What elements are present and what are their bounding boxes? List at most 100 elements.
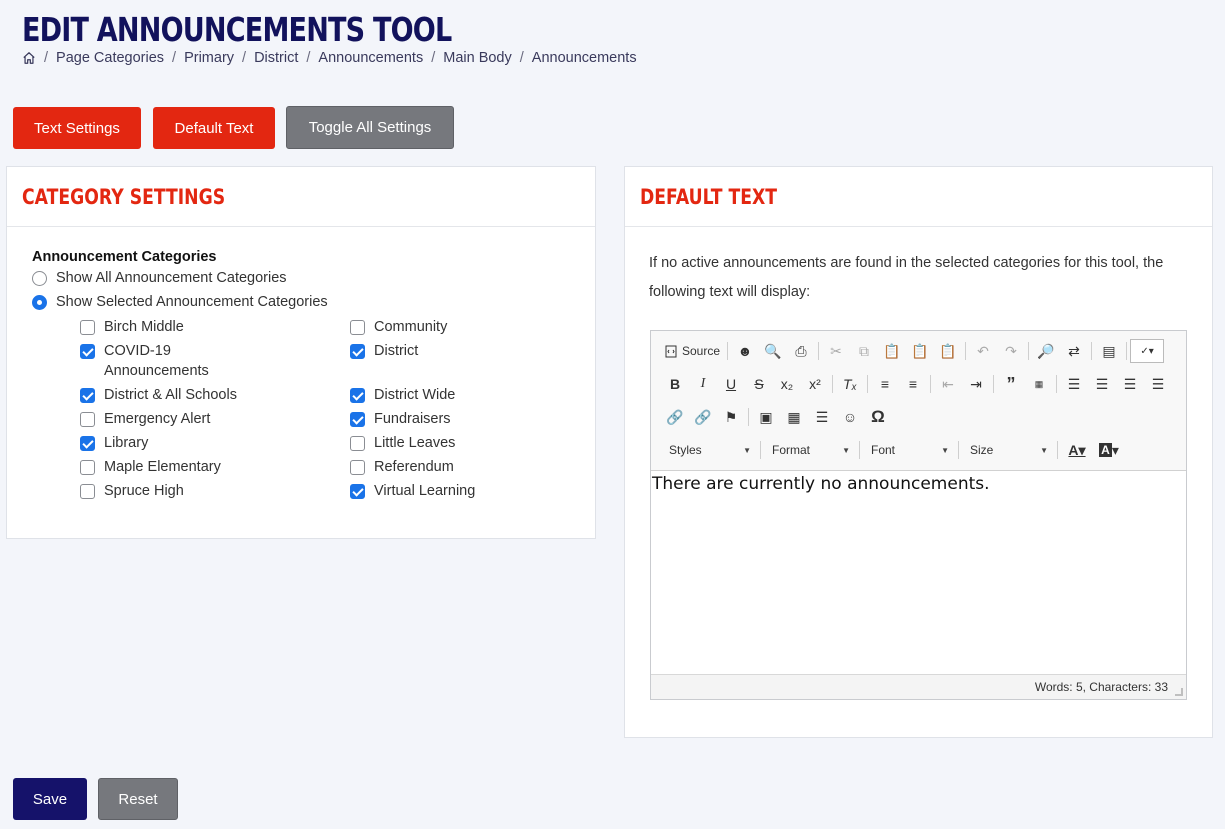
category-checkbox[interactable]	[80, 436, 95, 451]
breadcrumb-item-district[interactable]: District	[254, 50, 298, 66]
reset-button[interactable]: Reset	[98, 778, 178, 820]
align-center-icon[interactable]: ☰	[1088, 372, 1116, 396]
horizontal-line-icon[interactable]: ☰	[808, 405, 836, 429]
announcement-categories-label: Announcement Categories	[32, 249, 217, 265]
breadcrumb-item-page-categories[interactable]: Page Categories	[56, 50, 164, 66]
indent-icon[interactable]: ⇥	[962, 372, 990, 396]
print-icon[interactable]: ⎙	[787, 339, 815, 363]
paste-word-icon[interactable]: 📋	[934, 339, 962, 363]
category-checkbox-item[interactable]: District Wide	[350, 385, 514, 405]
image-icon[interactable]: ▣	[752, 405, 780, 429]
category-checkbox-item[interactable]: Spruce High	[80, 481, 244, 501]
numbered-list-icon[interactable]: ≡	[871, 372, 899, 396]
category-checkbox[interactable]	[80, 344, 95, 359]
background-color-icon[interactable]: A ▾	[1093, 438, 1125, 462]
align-left-icon[interactable]: ☰	[1060, 372, 1088, 396]
align-right-icon[interactable]: ☰	[1116, 372, 1144, 396]
chevron-down-icon: ▼	[743, 445, 751, 455]
text-color-icon[interactable]: A▾	[1061, 438, 1093, 462]
category-checkbox-item[interactable]: Referendum	[350, 457, 514, 477]
category-checkbox-item[interactable]: COVID-19 Announcements	[80, 341, 244, 381]
category-checkbox[interactable]	[350, 460, 365, 475]
undo-icon[interactable]: ↶	[969, 339, 997, 363]
find-icon[interactable]: 🔎	[1032, 339, 1060, 363]
bulleted-list-icon[interactable]: ≡	[899, 372, 927, 396]
category-checkbox-label: Emergency Alert	[104, 411, 211, 427]
paste-icon[interactable]: 📋	[878, 339, 906, 363]
radio-show-selected[interactable]: Show Selected Announcement Categories	[32, 294, 328, 310]
category-checkbox[interactable]	[350, 320, 365, 335]
outdent-icon[interactable]: ⇤	[934, 372, 962, 396]
radio-show-selected-control[interactable]	[32, 294, 47, 310]
category-checkbox-label: COVID-19 Announcements	[104, 343, 209, 379]
italic-icon[interactable]: I	[689, 372, 717, 396]
category-checkbox-item[interactable]: Library	[80, 433, 244, 453]
category-checkbox[interactable]	[80, 320, 95, 335]
category-checkbox-item[interactable]: Community	[350, 317, 514, 337]
font-dropdown[interactable]: Font ▼	[863, 439, 955, 461]
cut-icon[interactable]: ✂	[822, 339, 850, 363]
category-checkbox-item[interactable]: Little Leaves	[350, 433, 514, 453]
anchor-flag-icon[interactable]: ⚑	[717, 405, 745, 429]
smiley-icon[interactable]: ☺	[836, 405, 864, 429]
category-checkbox-item[interactable]: Virtual Learning	[350, 481, 514, 501]
redo-icon[interactable]: ↷	[997, 339, 1025, 363]
breadcrumb-item-announcements[interactable]: Announcements	[318, 50, 423, 66]
category-checkbox[interactable]	[350, 344, 365, 359]
strikethrough-icon[interactable]: S	[745, 372, 773, 396]
toggle-all-settings-button[interactable]: Toggle All Settings	[286, 106, 454, 149]
div-container-icon[interactable]: ▦	[1025, 372, 1053, 396]
link-icon[interactable]: 🔗	[661, 405, 689, 429]
category-checkbox[interactable]	[350, 484, 365, 499]
category-checkbox-item[interactable]: District	[350, 341, 514, 381]
remove-format-icon[interactable]: Tₓ	[836, 372, 864, 396]
copy-icon[interactable]: ⧉	[850, 339, 878, 363]
category-checkbox[interactable]	[350, 388, 365, 403]
breadcrumb-item-main-body[interactable]: Main Body	[443, 50, 512, 66]
size-label: Size	[970, 443, 994, 457]
save-button[interactable]: Save	[13, 778, 87, 820]
radio-show-all-control[interactable]	[32, 270, 47, 286]
underline-icon[interactable]: U	[717, 372, 745, 396]
styles-dropdown[interactable]: Styles ▼	[661, 439, 757, 461]
resize-handle-icon[interactable]	[1175, 688, 1183, 696]
category-checkbox-item[interactable]: Emergency Alert	[80, 409, 244, 429]
default-text-button[interactable]: Default Text	[153, 107, 275, 149]
justify-icon[interactable]: ☰	[1144, 372, 1172, 396]
home-icon[interactable]	[22, 51, 36, 65]
format-dropdown[interactable]: Format ▼	[764, 439, 856, 461]
text-settings-button[interactable]: Text Settings	[13, 107, 141, 149]
spellcheck-icon[interactable]: ✓▾	[1130, 339, 1165, 363]
breadcrumb-item-primary[interactable]: Primary	[184, 50, 234, 66]
accessibility-icon[interactable]: ☻	[731, 339, 759, 363]
chevron-down-icon: ▼	[1040, 445, 1048, 455]
category-checkbox-item[interactable]: Maple Elementary	[80, 457, 244, 477]
source-button[interactable]: Source	[661, 339, 724, 363]
category-checkbox-item[interactable]: Fundraisers	[350, 409, 514, 429]
select-all-icon[interactable]: ▤	[1095, 339, 1123, 363]
category-checkbox[interactable]	[350, 436, 365, 451]
special-char-icon[interactable]: Ω	[864, 405, 892, 429]
preview-icon[interactable]: 🔍	[759, 339, 787, 363]
radio-show-all[interactable]: Show All Announcement Categories	[32, 270, 287, 286]
category-checkbox[interactable]	[80, 484, 95, 499]
category-checkbox-item[interactable]: Birch Middle	[80, 317, 244, 337]
category-checkbox[interactable]	[80, 412, 95, 427]
replace-icon[interactable]: ⇄	[1060, 339, 1088, 363]
chevron-down-icon: ▼	[842, 445, 850, 455]
table-icon[interactable]: ▦	[780, 405, 808, 429]
size-dropdown[interactable]: Size ▼	[962, 439, 1054, 461]
paste-text-icon[interactable]: 📋	[906, 339, 934, 363]
bold-icon[interactable]: B	[661, 372, 689, 396]
category-checkbox-item[interactable]: District & All Schools	[80, 385, 244, 405]
category-checkbox[interactable]	[80, 388, 95, 403]
blockquote-icon[interactable]: ”	[997, 372, 1025, 396]
superscript-icon[interactable]: x²	[801, 372, 829, 396]
toolbar-separator	[1091, 342, 1093, 360]
category-checkbox[interactable]	[80, 460, 95, 475]
category-checkbox[interactable]	[350, 412, 365, 427]
subscript-icon[interactable]: x₂	[773, 372, 801, 396]
default-text-header: DEFAULT TEXT	[625, 167, 1212, 227]
editor-content[interactable]: There are currently no announcements.	[651, 471, 1186, 674]
unlink-icon[interactable]: 🔗	[689, 405, 717, 429]
